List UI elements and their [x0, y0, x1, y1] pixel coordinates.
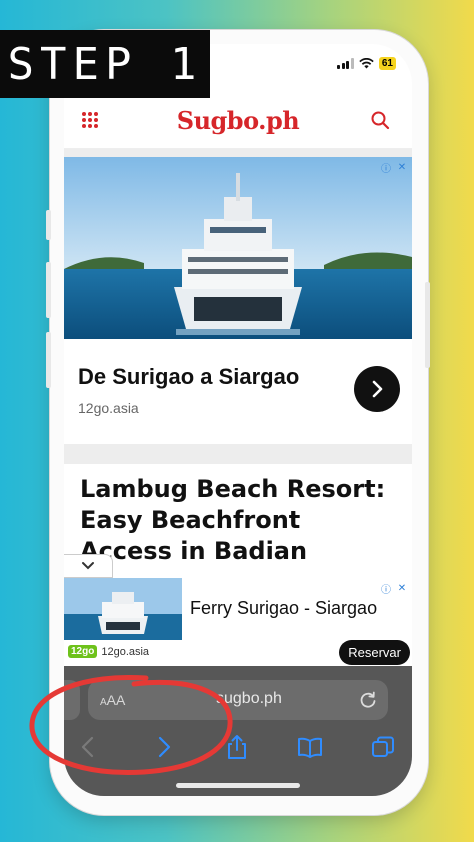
phone-power-button — [425, 282, 430, 368]
wifi-icon — [359, 58, 374, 69]
ad-close-icon[interactable]: ✕ — [396, 161, 408, 173]
home-indicator — [176, 783, 300, 788]
search-icon[interactable] — [370, 110, 390, 130]
chevron-down-icon — [82, 562, 94, 570]
banner-info-icon[interactable]: ⓘ — [380, 582, 392, 596]
phone-mute-switch — [46, 210, 51, 240]
step-label: STEP 1 — [0, 30, 210, 98]
banner-domain: 12go.asia — [101, 645, 150, 658]
phone-volume-down — [46, 332, 51, 388]
ad-open-button[interactable] — [354, 366, 400, 412]
cellular-signal-icon — [337, 58, 354, 69]
banner-brand: 12go 12go.asia — [68, 645, 149, 658]
bookmarks-icon[interactable] — [297, 734, 323, 760]
banner-ferry-thumbnail — [64, 578, 182, 640]
banner-title[interactable]: Ferry Surigao - Siargao — [190, 598, 377, 619]
banner-ad[interactable]: ⓘ ✕ Ferry Surigao - Siargao 12go 12go.as… — [64, 578, 412, 666]
article-title[interactable]: Lambug Beach Resort: Easy Beachfront Acc… — [80, 474, 400, 567]
ad-title[interactable]: De Surigao a Siargao — [78, 364, 299, 390]
banner-close-icon[interactable]: ✕ — [396, 582, 408, 594]
collapse-ad-button[interactable] — [64, 554, 113, 578]
annotation-circle — [29, 674, 233, 776]
ferry-image — [64, 157, 412, 339]
battery-indicator: 61 — [378, 57, 396, 70]
ad-domain: 12go.asia — [78, 400, 139, 416]
ad-info-icon[interactable]: ⓘ — [380, 161, 392, 175]
site-header: Sugbo.ph — [64, 92, 412, 149]
tabs-icon[interactable] — [370, 734, 396, 760]
brand-logo-badge: 12go — [68, 645, 98, 658]
reload-icon[interactable] — [358, 690, 378, 710]
phone-volume-up — [46, 262, 51, 318]
reserve-button[interactable]: Reservar — [339, 640, 410, 665]
chevron-right-icon — [372, 380, 383, 398]
menu-grid-icon[interactable] — [82, 112, 98, 128]
site-logo[interactable]: Sugbo.ph — [177, 106, 300, 135]
ad-card[interactable]: ⓘ ✕ De Surigao a Siargao 12go.asia — [64, 157, 412, 444]
